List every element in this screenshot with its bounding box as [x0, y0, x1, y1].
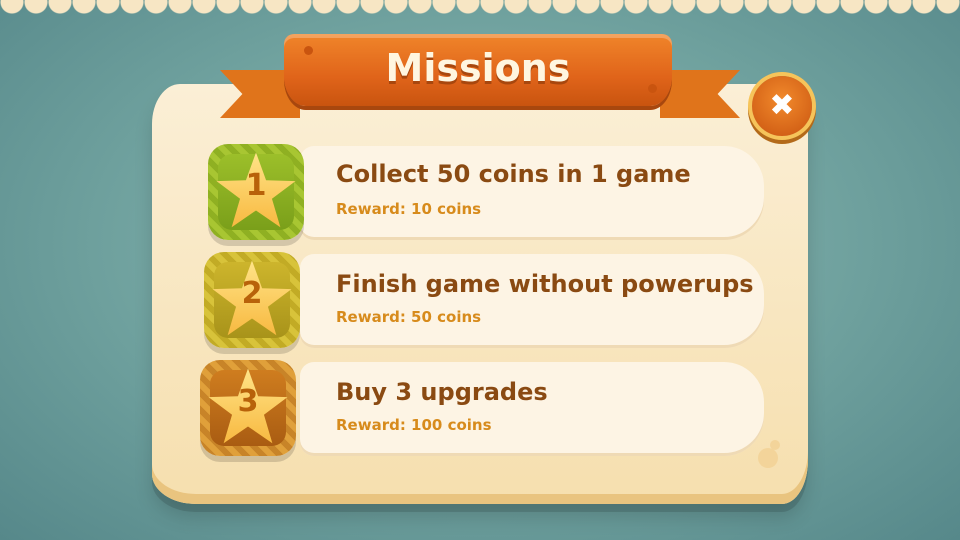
mission-title: Finish game without powerups: [336, 270, 754, 298]
mission-title: Collect 50 coins in 1 game: [336, 160, 691, 188]
mission-reward: Reward: 100 coins: [336, 416, 492, 434]
mission-badge-2: 2: [204, 252, 300, 348]
mission-number: 3: [237, 384, 259, 419]
scalloped-top-border: [0, 0, 960, 16]
mission-row-3: [300, 362, 764, 456]
panel-decor-dot: [758, 448, 778, 468]
page-title: Missions: [385, 46, 571, 90]
mission-badge-3: 3: [200, 360, 296, 456]
close-icon: ✖: [769, 88, 795, 123]
mission-badge-1: 1: [208, 144, 304, 240]
mission-number: 1: [245, 168, 267, 203]
mission-reward: Reward: 10 coins: [336, 200, 482, 218]
close-button[interactable]: ✖: [752, 76, 812, 136]
mission-reward: Reward: 50 coins: [336, 308, 482, 326]
panel-decor-dot: [770, 440, 780, 450]
mission-number: 2: [241, 276, 263, 311]
mission-title: Buy 3 upgrades: [336, 378, 548, 406]
mission-row-2: [300, 254, 764, 348]
